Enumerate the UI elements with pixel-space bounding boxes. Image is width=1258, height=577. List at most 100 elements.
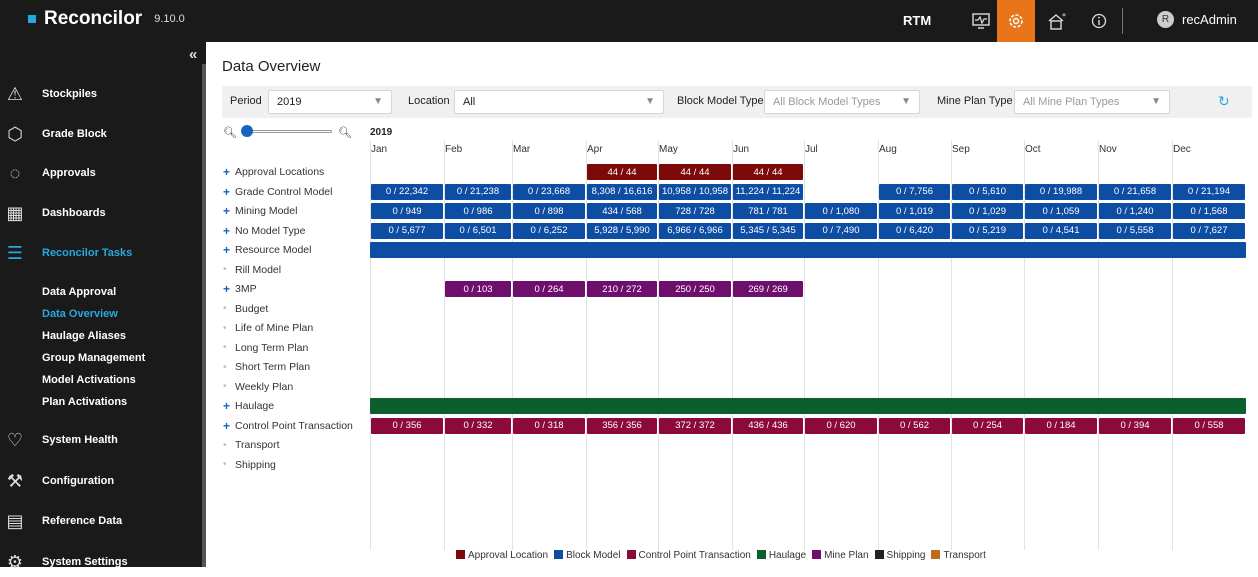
timeline-cell[interactable]: 0 / 4,541 [1025,222,1097,239]
timeline-cell[interactable]: 8,308 / 16,616 [587,183,657,200]
timeline-cell[interactable]: 0 / 1,029 [952,203,1023,219]
collapse-sidebar-button[interactable]: « [189,46,197,63]
timeline-cell[interactable]: 0 / 184 [1025,417,1097,434]
expand-plus-icon[interactable]: + [223,185,235,199]
period-select[interactable]: 2019 ▼ [268,90,392,114]
timeline-cell[interactable]: 0 / 5,610 [952,183,1023,200]
timeline-cell[interactable]: 0 / 394 [1099,417,1171,434]
timeline-cell[interactable]: 0 / 1,080 [805,203,877,219]
timeline-cell[interactable]: 0 / 898 [513,203,585,219]
expand-plus-icon[interactable]: + [223,419,235,433]
timeline-cell[interactable]: 5,928 / 5,990 [587,222,657,239]
sidebar-item-configuration[interactable]: ⚒ Configuration [0,466,202,496]
timeline-cell[interactable]: 781 / 781 [733,203,803,219]
sidebar-item-reference-data[interactable]: ▤ Reference Data [0,506,202,536]
timeline-cell[interactable]: 10,958 / 10,958 [659,183,731,200]
row-label[interactable]: + No Model Type [223,223,305,239]
zoom-in-icon[interactable]: 🔍︎ [338,126,352,139]
sidebar-item-system-health[interactable]: ♡ System Health [0,425,202,455]
sidebar-item-system-settings[interactable]: ⚙ System Settings [0,547,202,577]
sidebar-item-stockpiles[interactable]: ⚠ Stockpiles [0,79,202,109]
block-model-type-select[interactable]: All Block Model Types ▼ [764,90,920,114]
rtm-button[interactable]: RTM [903,13,931,28]
timeline-cell[interactable]: 0 / 1,240 [1099,203,1171,219]
sidebar-item-grade-block[interactable]: ⬡ Grade Block [0,119,202,149]
sidebar-item-reconcilor-tasks[interactable]: ☰ Reconcilor Tasks [0,238,202,268]
location-select[interactable]: All ▼ [454,90,664,114]
timeline-cell[interactable]: 436 / 436 [733,417,803,434]
monitor-icon[interactable] [962,0,1000,42]
timeline-cell[interactable]: 0 / 6,420 [879,222,950,239]
subitem-haulage-aliases[interactable]: Haulage Aliases [42,330,126,342]
timeline-cell[interactable]: 0 / 558 [1173,417,1245,434]
zoom-out-icon[interactable]: 🔍︎ [223,126,237,139]
expand-plus-icon[interactable]: + [223,399,235,413]
row-label[interactable]: +3MP [223,281,257,297]
row-label[interactable]: + Grade Control Model [223,184,332,200]
info-icon[interactable] [1080,0,1118,42]
subitem-group-management[interactable]: Group Management [42,352,145,364]
timeline-bar-full[interactable] [370,398,1246,414]
settings-gear-icon[interactable] [997,0,1035,42]
expand-plus-icon[interactable]: + [223,224,235,238]
timeline-cell[interactable]: 6,966 / 6,966 [659,222,731,239]
timeline-cell[interactable]: 44 / 44 [733,164,803,180]
timeline-cell[interactable]: 250 / 250 [659,281,731,297]
timeline-cell[interactable]: 0 / 986 [445,203,511,219]
home-alert-icon[interactable]: * [1038,0,1076,42]
timeline-cell[interactable]: 0 / 19,988 [1025,183,1097,200]
timeline-cell[interactable]: 0 / 562 [879,417,950,434]
timeline-cell[interactable]: 0 / 22,342 [371,183,443,200]
zoom-slider-handle[interactable] [241,125,253,137]
expand-plus-icon[interactable]: + [223,165,235,179]
zoom-slider-track[interactable] [244,130,332,133]
timeline-cell[interactable]: 5,345 / 5,345 [733,222,803,239]
expand-plus-icon[interactable]: + [223,204,235,218]
timeline-cell[interactable]: 11,224 / 11,224 [733,183,803,200]
timeline-cell[interactable]: 0 / 5,677 [371,222,443,239]
timeline-cell[interactable]: 0 / 21,658 [1099,183,1171,200]
mine-plan-type-select[interactable]: All Mine Plan Types ▼ [1014,90,1170,114]
row-label[interactable]: + Approval Locations [223,164,324,180]
timeline-cell[interactable]: 0 / 23,668 [513,183,585,200]
timeline-cell[interactable]: 0 / 949 [371,203,443,219]
timeline-cell[interactable]: 0 / 620 [805,417,877,434]
timeline-cell[interactable]: 434 / 568 [587,203,657,219]
timeline-cell[interactable]: 0 / 7,627 [1173,222,1245,239]
timeline-cell[interactable]: 0 / 356 [371,417,443,434]
timeline-cell[interactable]: 0 / 6,501 [445,222,511,239]
timeline-cell[interactable]: 44 / 44 [659,164,731,180]
row-label[interactable]: + Haulage [223,398,274,414]
sidebar-item-dashboards[interactable]: ▦ Dashboards [0,198,202,228]
timeline-cell[interactable]: 0 / 7,756 [879,183,950,200]
timeline-cell[interactable]: 0 / 1,019 [879,203,950,219]
timeline-cell[interactable]: 0 / 318 [513,417,585,434]
sidebar-item-approvals[interactable]: ◌ Approvals [0,158,202,188]
timeline-cell[interactable]: 728 / 728 [659,203,731,219]
user-menu[interactable]: R recAdmin [1157,11,1237,28]
row-label[interactable]: + Control Point Transaction [223,418,353,434]
timeline-cell[interactable]: 210 / 272 [587,281,657,297]
timeline-cell[interactable]: 0 / 254 [952,417,1023,434]
timeline-cell[interactable]: 0 / 6,252 [513,222,585,239]
expand-plus-icon[interactable]: + [223,282,235,296]
timeline-cell[interactable]: 0 / 21,194 [1173,183,1245,200]
timeline-cell[interactable]: 0 / 1,059 [1025,203,1097,219]
timeline-cell[interactable]: 372 / 372 [659,417,731,434]
timeline-cell[interactable]: 0 / 1,568 [1173,203,1245,219]
row-label[interactable]: + Mining Model [223,203,297,219]
timeline-cell[interactable]: 44 / 44 [587,164,657,180]
timeline-cell[interactable]: 269 / 269 [733,281,803,297]
timeline-cell[interactable]: 0 / 7,490 [805,222,877,239]
subitem-plan-activations[interactable]: Plan Activations [42,396,127,408]
timeline-cell[interactable]: 0 / 5,219 [952,222,1023,239]
timeline-cell[interactable]: 0 / 5,558 [1099,222,1171,239]
timeline-cell[interactable]: 0 / 332 [445,417,511,434]
timeline-bar-full[interactable] [370,242,1246,258]
subitem-data-approval[interactable]: Data Approval [42,286,116,298]
timeline-cell[interactable]: 0 / 103 [445,281,511,297]
refresh-icon[interactable]: ↻ [1218,93,1230,110]
timeline-cell[interactable]: 356 / 356 [587,417,657,434]
subitem-data-overview[interactable]: Data Overview [42,308,118,320]
row-label[interactable]: + Resource Model [223,242,311,258]
